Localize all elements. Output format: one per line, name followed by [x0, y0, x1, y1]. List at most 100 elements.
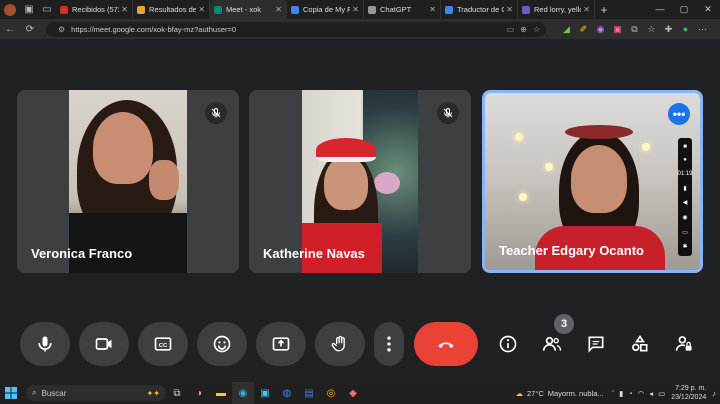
- webcam-icon[interactable]: ◉: [682, 214, 687, 221]
- participant-tile[interactable]: Veronica Franco: [17, 90, 239, 273]
- word-icon[interactable]: ▤: [298, 382, 320, 404]
- camera-button[interactable]: [79, 322, 129, 366]
- tray-app-icon[interactable]: ◔: [628, 389, 633, 398]
- windows-taskbar: ⌕ Buscar ✦✦ ⧉ ◑ ▬ ◉ ▣ ◍ ▤ ◎ ◆ ☁ 27°C May…: [0, 382, 720, 404]
- volume-icon[interactable]: ◂: [649, 389, 653, 398]
- system-tray: ☁ 27°C Mayorm. nubla... ˆ ▮ ◔ ◠ ◂ ▭ 7:29…: [516, 384, 720, 402]
- address-bar-row: ← ⟳ ⚙ https://meet.google.com/xok-bfay-m…: [0, 19, 720, 39]
- edge-icon[interactable]: ◉: [232, 382, 254, 404]
- tab-close-icon[interactable]: ✕: [583, 5, 590, 14]
- chrome-icon[interactable]: ◎: [320, 382, 342, 404]
- end-call-button[interactable]: [414, 322, 478, 366]
- tab-close-icon[interactable]: ✕: [352, 5, 359, 14]
- browser-tab[interactable]: Copia de My Fe✕: [287, 0, 364, 19]
- back-icon[interactable]: ←: [0, 24, 20, 35]
- browser-tab[interactable]: Traductor de Go✕: [441, 0, 518, 19]
- volume-icon[interactable]: ◀: [683, 199, 688, 206]
- tray-chevron-icon[interactable]: ˆ: [612, 389, 615, 398]
- favorites-icon[interactable]: ☆: [643, 24, 660, 35]
- collections-icon[interactable]: ⧉: [626, 24, 643, 35]
- omnibox[interactable]: ⚙ https://meet.google.com/xok-bfay-mz?au…: [46, 21, 546, 37]
- taskbar-clock[interactable]: 7:29 p. m. 23/12/2024: [671, 384, 706, 402]
- window-controls: — ▢ ✕: [648, 4, 720, 15]
- participant-tile[interactable]: Katherine Navas: [249, 90, 471, 273]
- extension-icon-1[interactable]: ◢: [558, 24, 575, 35]
- notification-bell-icon[interactable]: ♪: [712, 389, 716, 398]
- host-controls-button[interactable]: [666, 326, 702, 362]
- tab-close-icon[interactable]: ✕: [198, 5, 205, 14]
- tab-favicon-icon: [291, 5, 299, 14]
- profile-avatar[interactable]: [4, 3, 16, 16]
- wall-lights: [545, 163, 553, 171]
- site-info-icon[interactable]: ⚙: [58, 25, 65, 34]
- tab-close-icon[interactable]: ✕: [506, 5, 513, 14]
- mic-icon[interactable]: ▮: [683, 185, 686, 192]
- meeting-details-button[interactable]: [490, 326, 526, 362]
- more-actions-button[interactable]: [374, 322, 404, 366]
- tab-label: Meet - xok: [226, 5, 262, 14]
- tab-groups-icon[interactable]: ▣: [20, 0, 38, 19]
- task-view-icon[interactable]: ⧉: [166, 382, 188, 404]
- battery-icon[interactable]: ▭: [658, 389, 665, 398]
- info-icon: [499, 335, 517, 353]
- browser-tab[interactable]: Recibidos (572) ✕: [56, 0, 133, 19]
- copilot-icon[interactable]: ◑: [188, 382, 210, 404]
- weather-temp[interactable]: 27°C: [527, 389, 544, 398]
- minimize-icon[interactable]: —: [648, 4, 672, 15]
- zoom-icon[interactable]: ⊕: [520, 25, 527, 34]
- weather-icon[interactable]: ☁: [516, 389, 524, 398]
- browser-menu-icon[interactable]: ⋯: [694, 24, 711, 35]
- reactions-button[interactable]: [197, 322, 247, 366]
- tab-close-icon[interactable]: ✕: [121, 5, 128, 14]
- chat-icon: [588, 336, 604, 353]
- browser-profile-icon[interactable]: ●: [677, 24, 694, 35]
- wifi-icon[interactable]: ◠: [638, 389, 645, 398]
- extension-icon-2[interactable]: ✐: [575, 24, 592, 35]
- extensions-area: ◢ ✐ ◉ ▣ ⧉ ☆ ✚ ● ⋯: [558, 24, 711, 35]
- tab-label: Traductor de Go: [457, 5, 504, 14]
- file-explorer-icon[interactable]: ▬: [210, 382, 232, 404]
- participant-tile-active[interactable]: ••• ■ ● 01:19 ▮ ◀ ◉ ▭ ✱ Teacher Edgary O…: [482, 90, 703, 273]
- browser-tab[interactable]: Red lorry, yello ✕: [518, 0, 595, 19]
- new-tab-button[interactable]: +: [595, 3, 613, 17]
- hang-up-icon: [438, 342, 454, 349]
- more-options-icon[interactable]: •••: [668, 103, 690, 125]
- people-button[interactable]: [534, 326, 570, 362]
- weather-desc[interactable]: Mayorm. nubla...: [548, 389, 604, 398]
- browser-tab[interactable]: ChatGPT ✕: [364, 0, 441, 19]
- url-text[interactable]: https://meet.google.com/xok-bfay-mz?auth…: [71, 25, 500, 34]
- extensions-puzzle-icon[interactable]: ✚: [660, 24, 677, 35]
- store-icon[interactable]: ▣: [254, 382, 276, 404]
- zoom-app-icon[interactable]: ◍: [276, 382, 298, 404]
- tray-mic-icon[interactable]: ▮: [619, 389, 623, 398]
- extension-icon-3[interactable]: ◉: [592, 24, 609, 35]
- reload-icon[interactable]: ⟳: [20, 24, 40, 35]
- bookmark-star-icon[interactable]: ☆: [533, 25, 540, 34]
- activities-button[interactable]: [622, 326, 658, 362]
- browser-tab[interactable]: Resultados de b✕: [133, 0, 210, 19]
- captions-button[interactable]: CC: [138, 322, 188, 366]
- extension-icon-4[interactable]: ▣: [609, 24, 626, 35]
- raise-hand-button[interactable]: [315, 322, 365, 366]
- screen-icon[interactable]: ▭: [682, 229, 688, 236]
- tab-close-icon[interactable]: ✕: [429, 5, 436, 14]
- app-icon[interactable]: ◆: [342, 382, 364, 404]
- settings-icon[interactable]: ✱: [682, 243, 687, 250]
- taskbar-search[interactable]: ⌕ Buscar ✦✦: [26, 385, 166, 401]
- camera-in-use-icon[interactable]: ▭: [507, 25, 515, 34]
- tab-favicon-icon: [445, 5, 453, 14]
- camera-icon[interactable]: ■: [683, 144, 687, 150]
- maximize-icon[interactable]: ▢: [672, 4, 696, 15]
- microphone-icon: [38, 336, 52, 352]
- chat-button[interactable]: [578, 326, 614, 362]
- record-icon[interactable]: ●: [683, 157, 687, 163]
- present-screen-button[interactable]: [256, 322, 306, 366]
- microphone-button[interactable]: [20, 322, 70, 366]
- vertical-tabs-icon[interactable]: ▭: [38, 0, 56, 19]
- host-controls-icon: [675, 336, 692, 351]
- browser-tab[interactable]: Meet - xok ✕: [210, 0, 287, 19]
- windows-start-icon[interactable]: [0, 382, 22, 404]
- tab-close-icon[interactable]: ✕: [275, 5, 282, 14]
- close-window-icon[interactable]: ✕: [696, 4, 720, 15]
- tab-label: Copia de My Fe: [303, 5, 350, 14]
